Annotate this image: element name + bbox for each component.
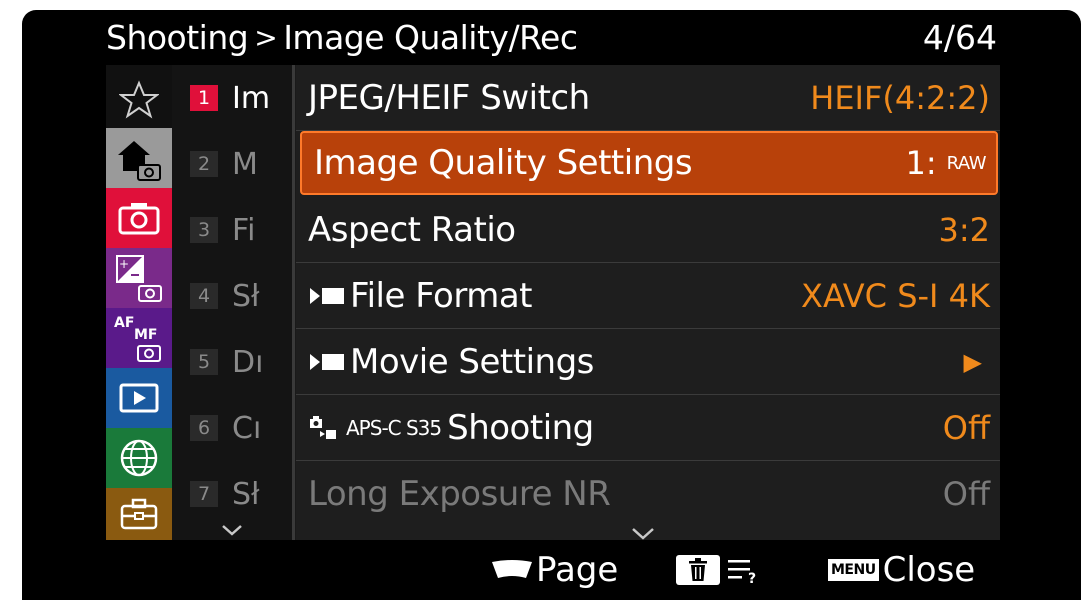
movie-icon (310, 287, 344, 304)
subcategory-label: Sł (232, 476, 260, 512)
row-label-container: Movie Settings (296, 342, 594, 382)
control-wheel-icon (492, 560, 532, 578)
trash-icon (676, 555, 720, 585)
menu-row-long-exposure-nr[interactable]: Long Exposure NR Off (296, 461, 1000, 527)
row-label: File Format (350, 275, 533, 316)
subcategory-number: 3 (190, 217, 218, 243)
column-divider (292, 65, 295, 540)
subcategory-number: 5 (190, 349, 218, 375)
globe-icon (120, 439, 158, 477)
row-label-prefix: APS-C S35 (346, 415, 442, 440)
row-label: Image Quality Settings (314, 143, 693, 183)
breadcrumb-separator: > (254, 20, 278, 54)
subcategory-label: M (232, 146, 258, 182)
home-camera-icon (118, 141, 161, 181)
subcategory-item[interactable]: 3 Fi (190, 210, 290, 250)
close-label: Close (882, 550, 976, 590)
row-value: 1: RAW (905, 144, 996, 182)
subcategory-item[interactable]: 2 M (190, 144, 290, 184)
subcategory-label: Fi (232, 212, 256, 248)
menu-row-image-quality-settings[interactable]: Image Quality Settings 1: RAW (300, 131, 998, 195)
camera-icon (118, 203, 160, 235)
tab-playback[interactable] (106, 368, 172, 428)
movie-icon (310, 353, 344, 370)
subcategory-item[interactable]: 4 Sł (190, 276, 290, 316)
photo-movie-icon (310, 415, 336, 439)
row-value: XAVC S-I 4K (801, 276, 990, 315)
tab-shooting[interactable] (106, 188, 172, 248)
subcategory-scroll-down-icon[interactable] (220, 523, 244, 537)
menu-row-aspect-ratio[interactable]: Aspect Ratio 3:2 (296, 197, 1000, 263)
menu-row-movie-settings[interactable]: Movie Settings ▶ (296, 329, 1000, 395)
menu-scroll-down-icon[interactable] (630, 527, 656, 541)
page-button[interactable]: Page (490, 540, 618, 600)
subcategory-label: Im (232, 80, 271, 116)
subcategory-number: 6 (190, 415, 218, 441)
svg-text:+: + (119, 257, 129, 271)
footer-bar: Page ? MENU Close (22, 540, 1081, 600)
subcategory-column: 1 Im 2 M 3 Fi 4 Sł 5 Dı 6 Cı 7 Sł (172, 65, 292, 540)
star-icon (119, 80, 159, 119)
camera-menu-screen: Shooting > Image Quality/Rec 4/64 + AF M… (22, 10, 1081, 600)
row-value-number: 1: (905, 144, 937, 182)
af-mf-camera-icon: AF MF (114, 315, 161, 362)
svg-text:?: ? (748, 571, 756, 585)
subcategory-number: 1 (190, 85, 218, 111)
page-label: Page (536, 550, 619, 590)
tab-af-mf[interactable]: AF MF (106, 308, 172, 368)
playback-icon (119, 383, 159, 413)
menu-list: JPEG/HEIF Switch HEIF(4:2:2) Image Quali… (296, 65, 1000, 540)
subcategory-label: Sł (232, 278, 260, 314)
svg-text:MF: MF (134, 327, 158, 343)
menu-panel: + AF MF 1 Im 2 M 3 Fi 4 Sł 5 Dı 6 Cı 7 S… (106, 65, 1000, 540)
menu-row-aps-c-shooting[interactable]: APS-C S35 Shooting Off (296, 395, 1000, 461)
breadcrumb-section: Image Quality/Rec (283, 17, 578, 57)
row-value: 3:2 (938, 210, 991, 249)
subcategory-label: Cı (232, 410, 262, 446)
row-label: Long Exposure NR (308, 474, 611, 514)
row-label: Aspect Ratio (308, 209, 516, 250)
menu-row-file-format[interactable]: File Format XAVC S-I 4K (296, 263, 1000, 329)
breadcrumb-root: Shooting (106, 17, 249, 57)
menu-row-jpeg-heif-switch[interactable]: JPEG/HEIF Switch HEIF(4:2:2) (296, 65, 1000, 131)
row-label-container: APS-C S35 Shooting (296, 408, 594, 448)
delete-help-button[interactable]: ? (676, 540, 762, 600)
row-value-tag: RAW (946, 152, 987, 174)
close-button[interactable]: MENU Close (828, 540, 975, 600)
subcategory-label: Dı (232, 344, 264, 380)
exposure-camera-icon: + (116, 255, 162, 302)
tab-network[interactable] (106, 428, 172, 488)
row-label: Movie Settings (350, 341, 594, 382)
subcategory-item[interactable]: 7 Sł (190, 474, 290, 514)
breadcrumb: Shooting > Image Quality/Rec (106, 12, 578, 62)
row-value: Off (942, 408, 990, 447)
row-value: HEIF(4:2:2) (810, 78, 990, 117)
row-label-container: File Format (296, 275, 533, 316)
row-label: JPEG/HEIF Switch (308, 77, 590, 118)
row-label: Shooting (447, 407, 594, 448)
subcategory-item[interactable]: 1 Im (190, 78, 290, 118)
tab-main[interactable] (106, 128, 172, 188)
tab-exposure[interactable]: + (106, 248, 172, 308)
help-list-icon: ? (728, 560, 756, 585)
svg-text:AF: AF (114, 315, 134, 331)
row-value: Off (942, 475, 990, 513)
subcategory-number: 4 (190, 283, 218, 309)
subcategory-item[interactable]: 5 Dı (190, 342, 290, 382)
subcategory-number: 2 (190, 151, 218, 177)
submenu-arrow-icon: ▶ (963, 347, 982, 376)
tab-setup[interactable] (106, 488, 172, 540)
toolbox-icon (120, 498, 158, 530)
menu-key-icon: MENU (828, 559, 879, 581)
page-counter: 4/64 (922, 17, 997, 57)
subcategory-number: 7 (190, 481, 218, 507)
tab-my-menu[interactable] (106, 70, 172, 130)
subcategory-item[interactable]: 6 Cı (190, 408, 290, 448)
tab-column: + AF MF (106, 65, 172, 540)
